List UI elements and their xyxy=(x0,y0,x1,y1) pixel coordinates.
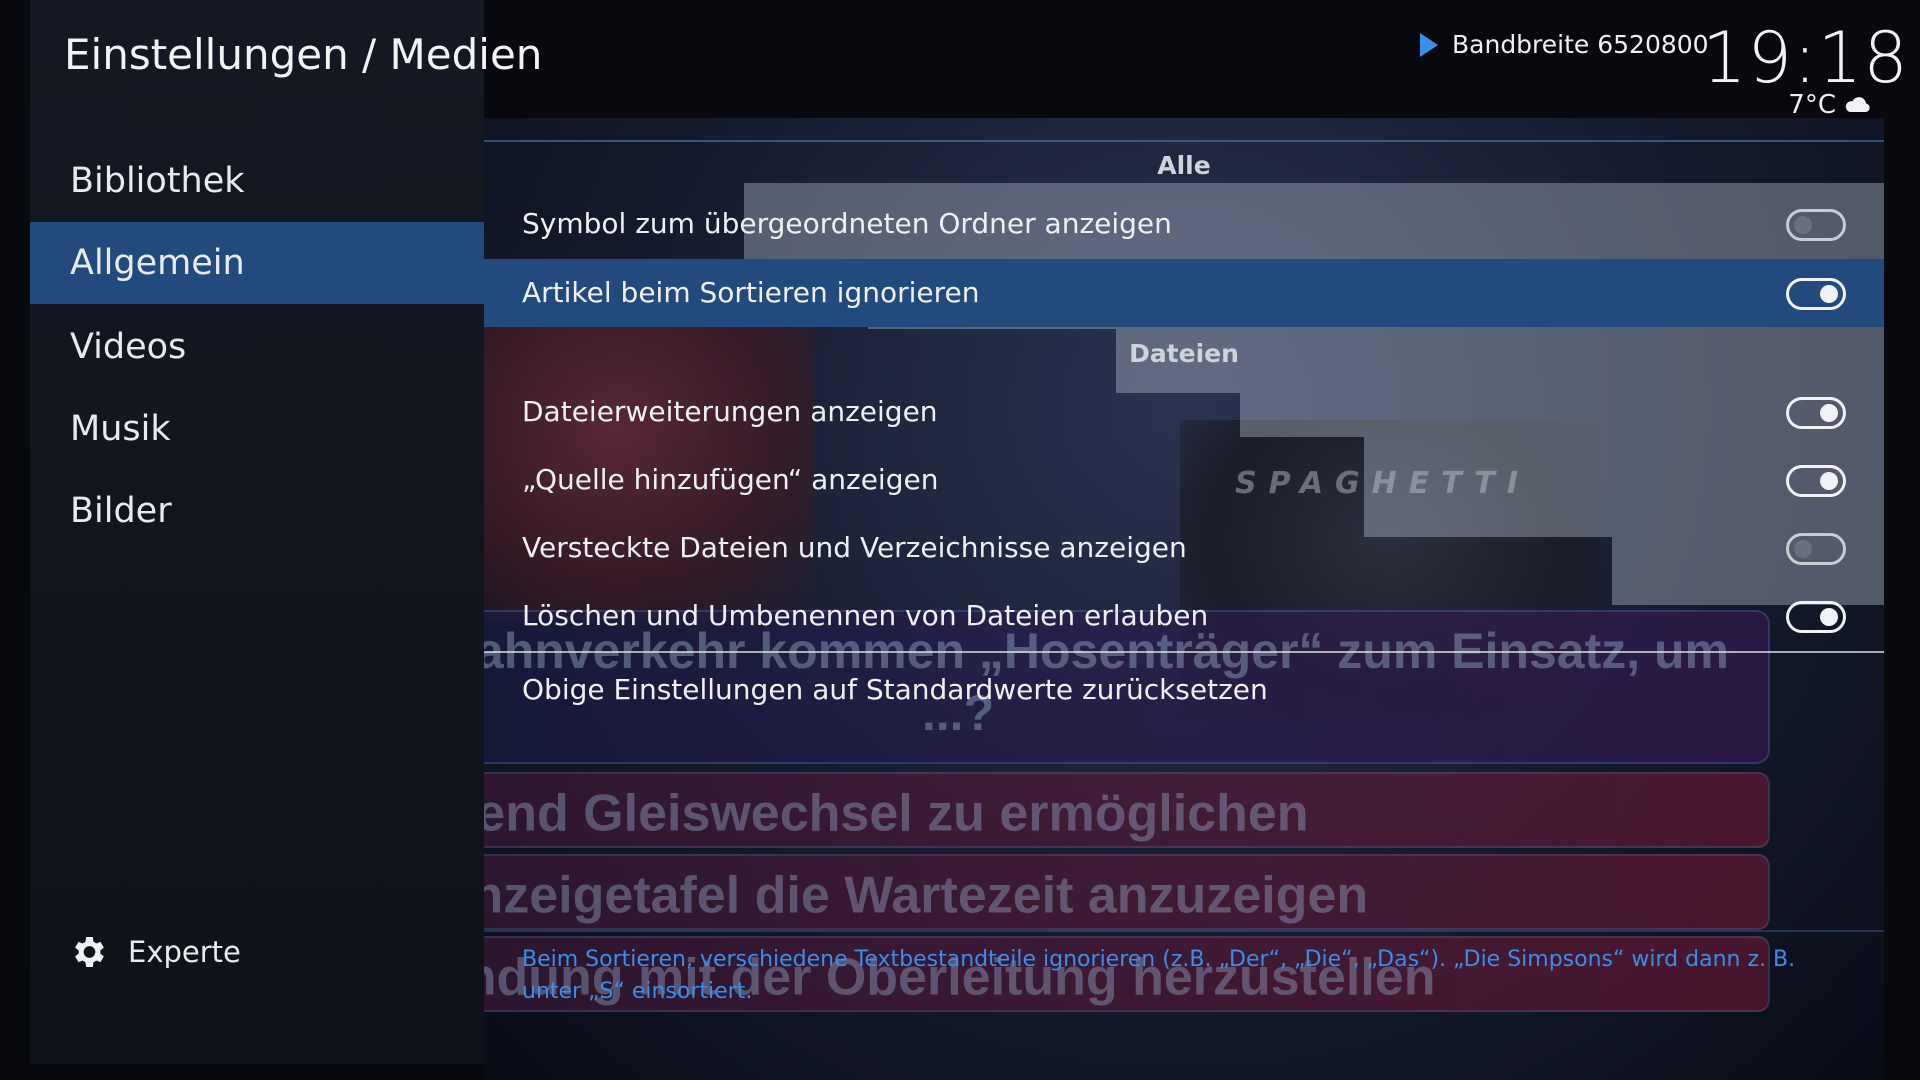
toggle-switch[interactable] xyxy=(1786,397,1846,429)
toggle-switch[interactable] xyxy=(1786,278,1846,310)
bandwidth-indicator: Bandbreite 6520800 xyxy=(1420,30,1709,59)
toggle-switch[interactable] xyxy=(1786,601,1846,633)
gear-icon xyxy=(75,937,104,967)
toggle-switch[interactable] xyxy=(1786,465,1846,497)
setting-show-add-source[interactable]: „Quelle hinzufügen“ anzeigen xyxy=(484,446,1884,514)
reset-defaults-button[interactable]: Obige Einstellungen auf Standardwerte zu… xyxy=(484,656,1884,724)
setting-label: Dateierweiterungen anzeigen xyxy=(522,395,938,428)
toggle-switch[interactable] xyxy=(1786,209,1846,241)
bandwidth-text: Bandbreite 6520800 xyxy=(1452,30,1709,59)
cloud-icon xyxy=(1845,97,1870,112)
settings-level-label: Experte xyxy=(128,935,241,969)
toggle-knob xyxy=(1820,285,1838,303)
sidebar-item-bilder[interactable]: Bilder xyxy=(30,470,484,552)
setting-allow-delete-rename[interactable]: Löschen und Umbenennen von Dateien erlau… xyxy=(484,582,1884,650)
sidebar-item-musik[interactable]: Musik xyxy=(30,388,484,470)
play-icon xyxy=(1420,32,1438,57)
panel-top-line xyxy=(484,140,1884,142)
clock: 19:18 xyxy=(1702,17,1909,99)
toggle-knob xyxy=(1820,404,1838,422)
setting-ignore-articles[interactable]: Artikel beim Sortieren ignorieren xyxy=(484,259,1884,327)
sidebar-item-bibliothek[interactable]: Bibliothek xyxy=(30,140,484,222)
setting-show-extensions[interactable]: Dateierweiterungen anzeigen xyxy=(484,378,1884,446)
toggle-knob xyxy=(1794,216,1812,234)
sidebar-fade xyxy=(30,560,484,1064)
setting-label: Symbol zum übergeordneten Ordner anzeige… xyxy=(522,207,1172,240)
setting-parent-folder-icon[interactable]: Symbol zum übergeordneten Ordner anzeige… xyxy=(484,190,1884,258)
toggle-knob xyxy=(1820,472,1838,490)
weather: 7°C xyxy=(1770,90,1872,120)
toggle-switch[interactable] xyxy=(1786,533,1846,565)
setting-show-hidden-files[interactable]: Versteckte Dateien und Verzeichnisse anz… xyxy=(484,514,1884,582)
group-header-label: Alle xyxy=(1157,151,1211,180)
description-line xyxy=(484,930,1884,932)
toggle-knob xyxy=(1794,540,1812,558)
setting-label: Artikel beim Sortieren ignorieren xyxy=(522,276,980,309)
settings-level-button[interactable]: Experte xyxy=(68,930,241,974)
setting-description: Beim Sortieren, verschiedene Textbestand… xyxy=(522,947,1796,1004)
group-header-dateien: Dateien xyxy=(484,334,1884,374)
group-header-alle: Alle xyxy=(484,146,1884,186)
toggle-knob xyxy=(1820,608,1838,626)
reset-separator xyxy=(484,651,1884,653)
temperature: 7°C xyxy=(1788,90,1836,120)
sidebar-item-videos[interactable]: Videos xyxy=(30,306,484,388)
kodi-settings-screen: SPAGHETTI Im Straßenbahnverkehr kommen „… xyxy=(0,0,1920,1080)
setting-label: „Quelle hinzufügen“ anzeigen xyxy=(522,463,939,496)
setting-label: Versteckte Dateien und Verzeichnisse anz… xyxy=(522,531,1187,564)
group-header-label: Dateien xyxy=(1129,339,1239,368)
sidebar-item-allgemein[interactable]: Allgemein xyxy=(30,222,484,304)
page-title: Einstellungen / Medien xyxy=(64,30,543,79)
setting-label: Löschen und Umbenennen von Dateien erlau… xyxy=(522,599,1209,632)
